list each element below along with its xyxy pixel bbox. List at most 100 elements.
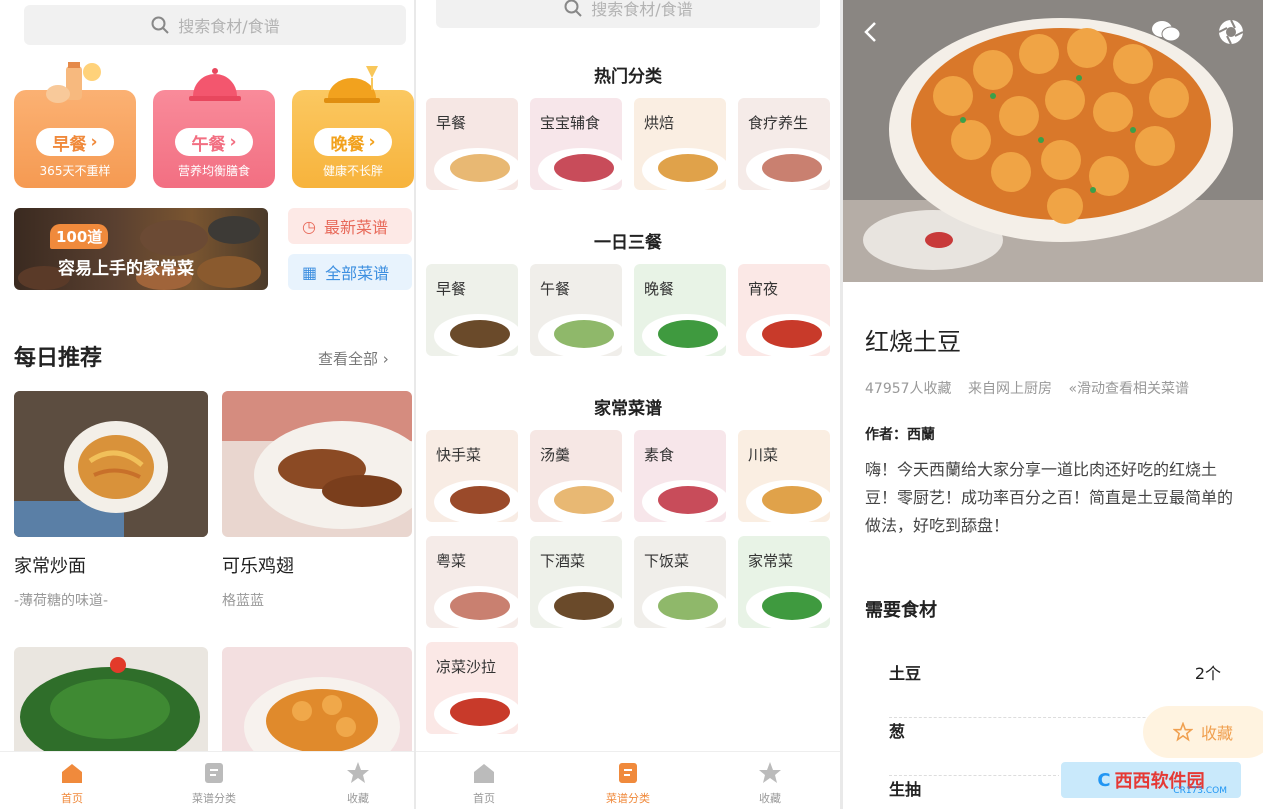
ingredient-name: 生抽 xyxy=(889,780,922,799)
lunch-pill: 午餐 › xyxy=(175,128,253,156)
tab-home[interactable]: 首页 xyxy=(444,760,524,806)
category-label: 午餐 xyxy=(540,280,571,298)
home-icon xyxy=(474,764,494,783)
tab-favorites[interactable]: 收藏 xyxy=(318,760,398,806)
category-label: 早餐 xyxy=(436,114,467,132)
back-icon[interactable] xyxy=(861,20,881,44)
braised-potato-photo xyxy=(222,647,412,757)
breakfast-card[interactable]: 早餐 › 365天不重样 xyxy=(14,60,136,188)
category-label: 宝宝辅食 xyxy=(540,114,601,132)
category-tile[interactable]: 下酒菜 xyxy=(530,536,622,628)
category-tile[interactable]: 食疗养生 xyxy=(738,98,830,190)
breakfast-sub: 365天不重样 xyxy=(39,164,111,178)
lunch-label: 午餐 xyxy=(191,134,226,155)
watermark-sub: CR173.COM xyxy=(1173,786,1227,796)
category-label: 粤菜 xyxy=(436,552,467,570)
recipe-card-image[interactable] xyxy=(14,647,208,757)
dish-shape xyxy=(450,320,510,348)
ingredients-title: 需要食材 xyxy=(865,600,937,621)
recipe-card-image[interactable] xyxy=(222,391,412,537)
category-tile[interactable]: 快手菜 xyxy=(426,430,518,522)
category-tile[interactable]: 汤羹 xyxy=(530,430,622,522)
dish-shape xyxy=(762,592,822,620)
moments-icon[interactable] xyxy=(1217,18,1245,46)
category-tile[interactable]: 宵夜 xyxy=(738,264,830,356)
category-label: 烘焙 xyxy=(644,114,675,132)
category-label: 晚餐 xyxy=(644,280,675,298)
section-title: 家常菜谱 xyxy=(594,399,662,419)
tab-home[interactable]: 首页 xyxy=(32,760,112,806)
recipe-author: 格蓝蓝 xyxy=(222,593,264,609)
category-tile[interactable]: 烘焙 xyxy=(634,98,726,190)
category-tile[interactable]: 下饭菜 xyxy=(634,536,726,628)
search-bar[interactable]: 搜索食材/食谱 xyxy=(436,0,820,28)
recipe-card-image[interactable] xyxy=(222,647,412,757)
category-tile[interactable]: 家常菜 xyxy=(738,536,830,628)
category-label: 宵夜 xyxy=(748,280,779,298)
dish-shape xyxy=(762,486,822,514)
dish-shape xyxy=(554,486,614,514)
category-tile[interactable]: 素食 xyxy=(634,430,726,522)
star-outline-icon xyxy=(1173,722,1193,742)
see-all-link[interactable]: 查看全部 › xyxy=(318,348,389,369)
category-tile[interactable]: 粤菜 xyxy=(426,536,518,628)
lunch-card[interactable]: 午餐 › 营养均衡膳食 xyxy=(153,60,275,188)
category-label: 汤羹 xyxy=(540,446,571,464)
dinner-card[interactable]: 晚餐 › 健康不长胖 xyxy=(292,60,414,188)
star-icon xyxy=(347,762,369,783)
dish-shape xyxy=(450,592,510,620)
dish-shape xyxy=(658,320,718,348)
tab-label: 收藏 xyxy=(759,792,781,805)
category-tile[interactable]: 早餐 xyxy=(426,98,518,190)
section-title: 热门分类 xyxy=(594,67,662,87)
lunch-illustration-icon xyxy=(189,68,241,101)
chevron-right-icon: › xyxy=(229,132,237,152)
dish-shape xyxy=(762,320,822,348)
tab-label: 收藏 xyxy=(347,792,369,805)
category-tile[interactable]: 川菜 xyxy=(738,430,830,522)
category-label: 素食 xyxy=(644,446,675,464)
section-title: 一日三餐 xyxy=(594,233,662,253)
promo-banner[interactable]: 100道 容易上手的家常菜 xyxy=(14,208,268,290)
recipe-card-image[interactable] xyxy=(14,391,208,537)
dish-shape xyxy=(450,486,510,514)
recipe-detail-screen: 红烧土豆 47957人收藏 来自网上厨房 «滑动查看相关菜谱 作者：西蘭 嗨！今… xyxy=(843,0,1263,809)
tab-categories[interactable]: 菜谱分类 xyxy=(588,760,668,806)
braised-potato-photo xyxy=(843,0,1263,282)
category-tile[interactable]: 凉菜沙拉 xyxy=(426,642,518,734)
dish-shape xyxy=(450,154,510,182)
category-tile[interactable]: 早餐 xyxy=(426,264,518,356)
author-name: 西蘭 xyxy=(907,427,935,443)
favorite-button[interactable]: 收藏 xyxy=(1143,706,1263,758)
lunch-sub: 营养均衡膳食 xyxy=(177,164,250,178)
see-all-label: 查看全部 xyxy=(318,350,379,368)
double-chevron-left-icon: « xyxy=(1068,381,1078,397)
breakfast-illustration-icon xyxy=(46,62,101,103)
all-recipes-button[interactable]: ▦ 全部菜谱 xyxy=(288,254,412,290)
recipe-book-icon xyxy=(205,763,223,783)
recipe-title: 可乐鸡翅 xyxy=(222,556,294,577)
swipe-hint[interactable]: «滑动查看相关菜谱 xyxy=(1068,381,1189,397)
recipe-source: 来自网上厨房 xyxy=(968,381,1052,397)
recipe-title: 红烧土豆 xyxy=(865,328,961,356)
dish-shape xyxy=(554,320,614,348)
category-tile[interactable]: 午餐 xyxy=(530,264,622,356)
recipe-author: -薄荷糖的味道- xyxy=(14,593,109,609)
recipe-book-icon xyxy=(619,763,637,783)
tab-favorites[interactable]: 收藏 xyxy=(730,760,810,806)
screenshot-stage: 搜索食材/食谱 早餐 › 365天不重样 午餐 › 营养均衡膳食 晚餐 › 健康不 xyxy=(0,0,1263,809)
daily-title: 每日推荐 xyxy=(14,346,103,371)
favorite-count: 47957人收藏 xyxy=(865,381,952,397)
category-tile[interactable]: 晚餐 xyxy=(634,264,726,356)
category-tile[interactable]: 宝宝辅食 xyxy=(530,98,622,190)
latest-recipes-button[interactable]: ◷ 最新菜谱 xyxy=(288,208,412,244)
category-label: 早餐 xyxy=(436,280,467,298)
dish-shape xyxy=(762,154,822,182)
tab-categories[interactable]: 菜谱分类 xyxy=(174,760,254,806)
search-bar[interactable]: 搜索食材/食谱 xyxy=(24,5,406,45)
watermark-logo: C 西西软件园 CR173.COM xyxy=(1059,760,1243,800)
category-label: 凉菜沙拉 xyxy=(436,658,497,676)
wechat-icon[interactable] xyxy=(1151,18,1181,44)
spinach-photo xyxy=(14,647,208,757)
author-line: 作者：西蘭 xyxy=(865,424,935,444)
